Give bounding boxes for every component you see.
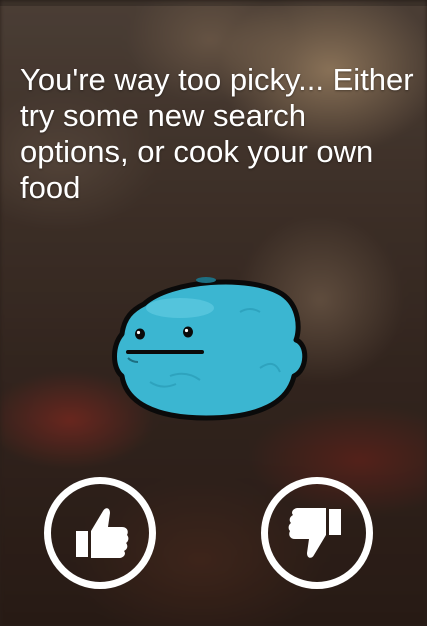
app-screen: You're way too picky... Either try some … bbox=[0, 0, 427, 626]
no-results-message: You're way too picky... Either try some … bbox=[20, 62, 414, 205]
like-button[interactable] bbox=[44, 477, 156, 589]
thumbs-down-icon bbox=[288, 508, 341, 558]
thumbs-up-icon bbox=[76, 508, 129, 558]
status-bar bbox=[0, 0, 427, 6]
blue-blob-mascot-icon bbox=[110, 272, 310, 424]
dislike-button[interactable] bbox=[261, 477, 373, 589]
